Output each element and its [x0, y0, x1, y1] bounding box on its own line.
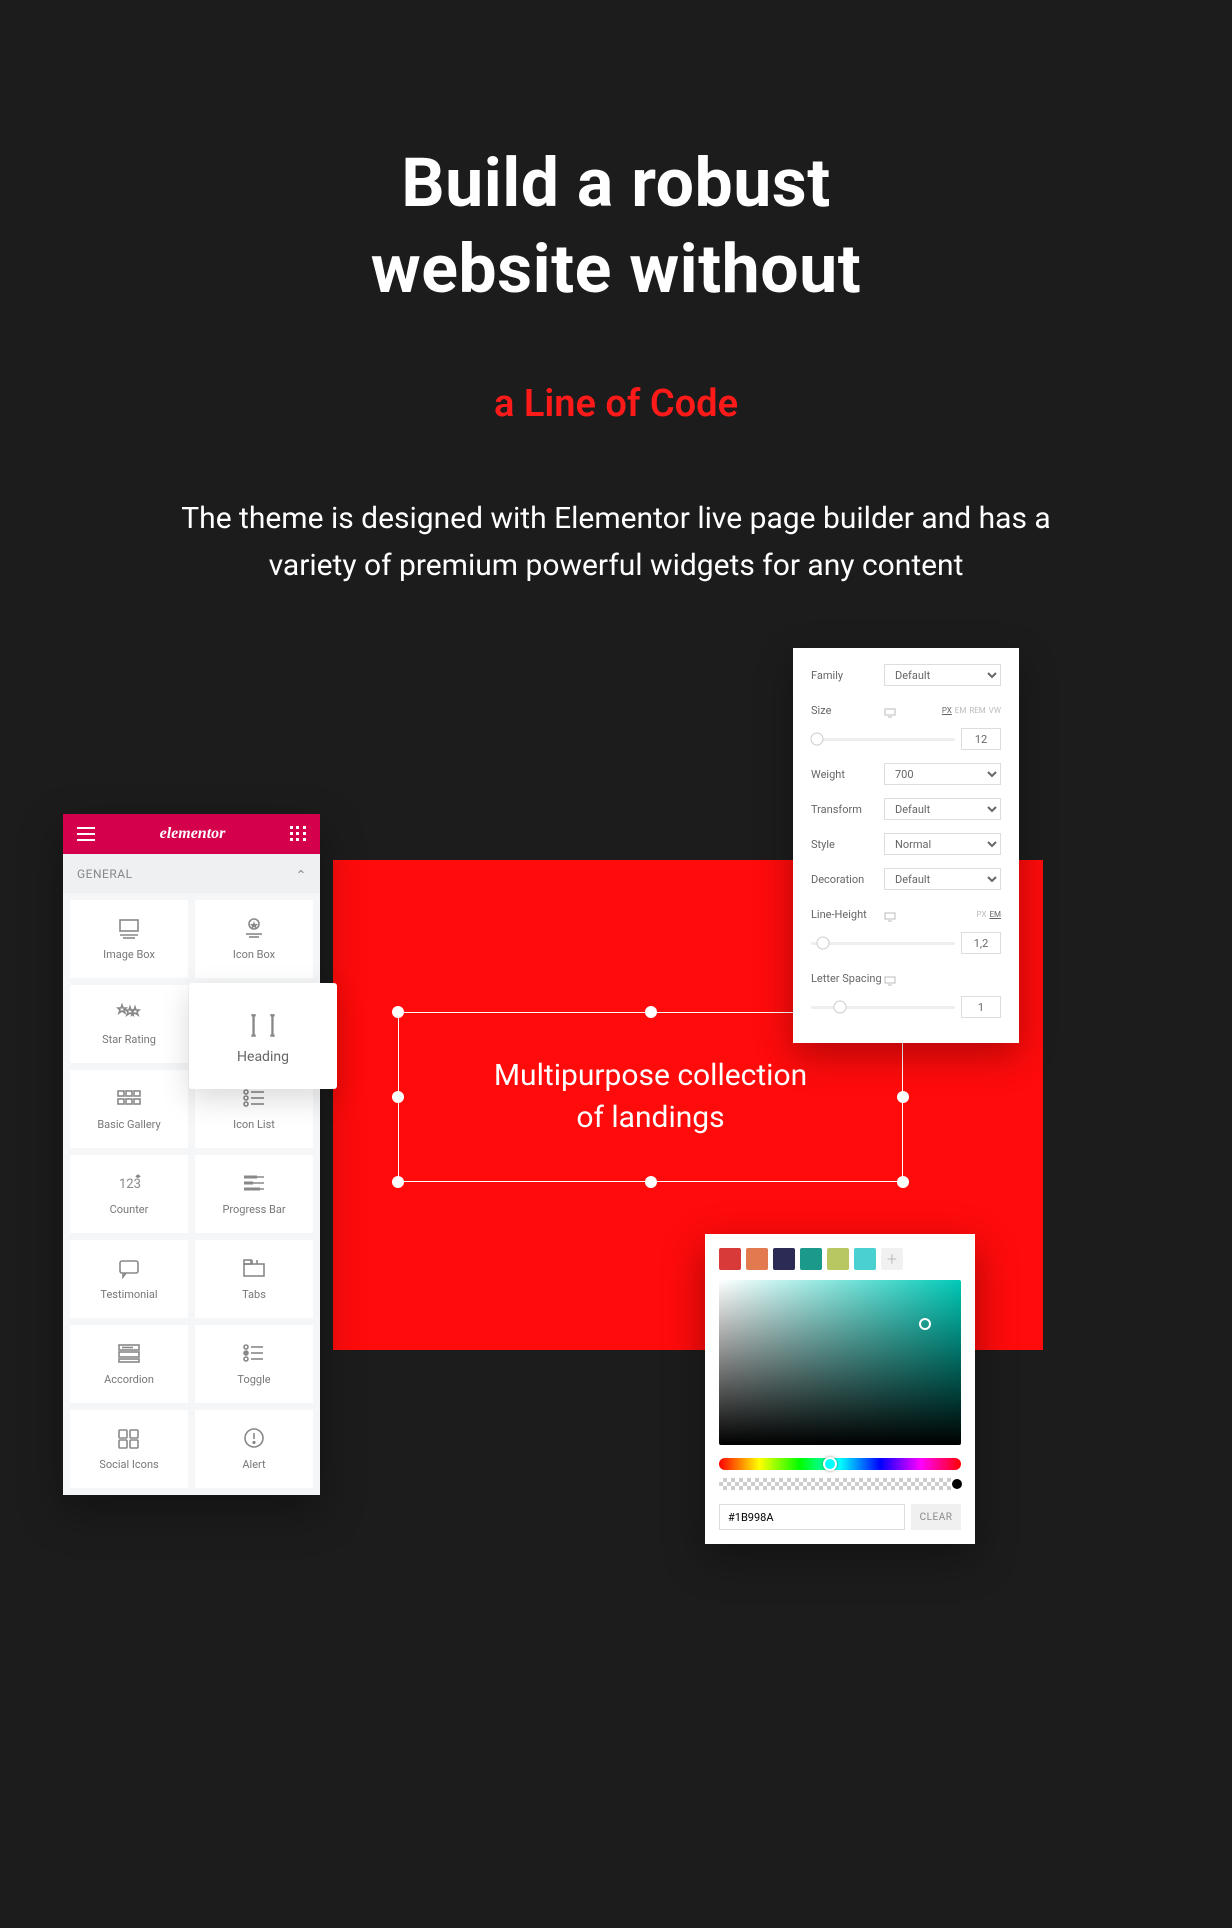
social-icon: [116, 1427, 142, 1449]
hero-description: The theme is designed with Elementor liv…: [156, 496, 1076, 589]
grid-icon[interactable]: [290, 826, 306, 842]
hamburger-icon[interactable]: [77, 827, 95, 841]
widget-icon-box[interactable]: Icon Box: [195, 900, 313, 978]
widget-label: Testimonial: [100, 1288, 157, 1301]
widget-label: Icon Box: [233, 948, 275, 961]
gallery-icon: [116, 1087, 142, 1109]
icon-box-icon: [241, 917, 267, 939]
widget-label: Accordion: [104, 1373, 154, 1386]
color-gradient-field[interactable]: [719, 1280, 961, 1445]
alert-icon: [241, 1427, 267, 1449]
lineheight-value[interactable]: 1,2: [961, 932, 1001, 954]
alpha-slider[interactable]: [719, 1478, 961, 1490]
widget-label: Alert: [242, 1458, 265, 1471]
widget-img-box[interactable]: Image Box: [70, 900, 188, 978]
weight-label: Weight: [811, 768, 884, 781]
color-picker-panel: + CLEAR: [705, 1234, 975, 1544]
widget-gallery[interactable]: Basic Gallery: [70, 1070, 188, 1148]
widget-label: Basic Gallery: [97, 1118, 160, 1131]
color-swatch[interactable]: [854, 1248, 876, 1270]
widgets-grid: Image Box Icon Box Star Rating Heading Basic…: [63, 893, 320, 1495]
color-indicator[interactable]: [919, 1318, 931, 1330]
widget-testimonial[interactable]: Testimonial: [70, 1240, 188, 1318]
widget-label: Star Rating: [102, 1033, 156, 1046]
letterspacing-slider[interactable]: [811, 1006, 955, 1009]
widget-label: Heading: [237, 1049, 289, 1065]
color-swatch[interactable]: [746, 1248, 768, 1270]
color-swatches: +: [719, 1248, 961, 1270]
img-box-icon: [116, 917, 142, 939]
widget-heading-popup[interactable]: Heading: [189, 983, 337, 1089]
elementor-logo: elementor: [160, 825, 226, 843]
lh-units[interactable]: PXEM: [977, 910, 1001, 919]
letterspacing-value[interactable]: 1: [961, 996, 1001, 1018]
decoration-label: Decoration: [811, 873, 884, 886]
widget-social[interactable]: Social Icons: [70, 1410, 188, 1488]
hue-slider[interactable]: [719, 1458, 961, 1470]
transform-label: Transform: [811, 803, 884, 816]
add-swatch-button[interactable]: +: [881, 1248, 903, 1270]
color-swatch[interactable]: [800, 1248, 822, 1270]
color-swatch[interactable]: [719, 1248, 741, 1270]
desktop-icon[interactable]: [884, 976, 896, 986]
chevron-down-icon: ⌄: [295, 866, 306, 881]
size-value[interactable]: 12: [961, 728, 1001, 750]
stars-icon: [116, 1002, 142, 1024]
widget-alert[interactable]: Alert: [195, 1410, 313, 1488]
desktop-icon[interactable]: [884, 708, 896, 718]
progress-icon: [241, 1172, 267, 1194]
color-swatch[interactable]: [827, 1248, 849, 1270]
hero-title: Build a robust website without: [0, 140, 1232, 312]
style-select[interactable]: Normal: [884, 833, 1001, 855]
svg-text:123: 123: [119, 1177, 141, 1192]
heading-icon: [244, 1008, 282, 1040]
widget-category-label: GENERAL: [77, 867, 133, 881]
widget-stars[interactable]: Star Rating: [70, 985, 188, 1063]
weight-select[interactable]: 700: [884, 763, 1001, 785]
widget-counter[interactable]: 123 Counter: [70, 1155, 188, 1233]
size-units[interactable]: PXEMREMVW: [942, 706, 1001, 715]
typography-panel: Family Default Size PXEMREMVW 12 Weight …: [793, 648, 1019, 1043]
widget-accordion[interactable]: Accordion: [70, 1325, 188, 1403]
alpha-thumb[interactable]: [950, 1477, 964, 1491]
tabs-icon: [241, 1257, 267, 1279]
family-label: Family: [811, 669, 884, 682]
lineheight-label: Line-Height: [811, 908, 884, 921]
letterspacing-label: Letter Spacing: [811, 972, 884, 985]
family-select[interactable]: Default: [884, 664, 1001, 686]
hue-thumb[interactable]: [823, 1457, 837, 1471]
widget-progress[interactable]: Progress Bar: [195, 1155, 313, 1233]
elementor-panel-header: elementor: [63, 814, 320, 854]
hero-subtitle: a Line of Code: [0, 382, 1232, 426]
counter-icon: 123: [116, 1172, 142, 1194]
color-swatch[interactable]: [773, 1248, 795, 1270]
clear-button[interactable]: CLEAR: [911, 1504, 961, 1530]
icon-list-icon: [241, 1087, 267, 1109]
widget-tabs[interactable]: Tabs: [195, 1240, 313, 1318]
widget-label: Social Icons: [99, 1458, 158, 1471]
widget-label: Progress Bar: [222, 1203, 285, 1216]
desktop-icon[interactable]: [884, 912, 896, 922]
widget-label: Image Box: [103, 948, 155, 961]
widget-label: Counter: [110, 1203, 149, 1216]
decoration-select[interactable]: Default: [884, 868, 1001, 890]
testimonial-icon: [116, 1257, 142, 1279]
widget-toggle[interactable]: Toggle: [195, 1325, 313, 1403]
style-label: Style: [811, 838, 884, 851]
accordion-icon: [116, 1342, 142, 1364]
size-slider[interactable]: [811, 738, 955, 741]
lineheight-slider[interactable]: [811, 942, 955, 945]
widget-category-general[interactable]: GENERAL ⌄: [63, 854, 320, 893]
hero-section: Build a robust website without a Line of…: [0, 140, 1232, 589]
widget-label: Tabs: [242, 1288, 266, 1301]
transform-select[interactable]: Default: [884, 798, 1001, 820]
size-label: Size: [811, 704, 884, 717]
elementor-widgets-panel: elementor GENERAL ⌄ Image Box Icon Box Sta…: [63, 814, 320, 1495]
toggle-icon: [241, 1342, 267, 1364]
widget-label: Toggle: [237, 1373, 270, 1386]
hex-input[interactable]: [719, 1504, 905, 1530]
widget-label: Icon List: [233, 1118, 275, 1131]
